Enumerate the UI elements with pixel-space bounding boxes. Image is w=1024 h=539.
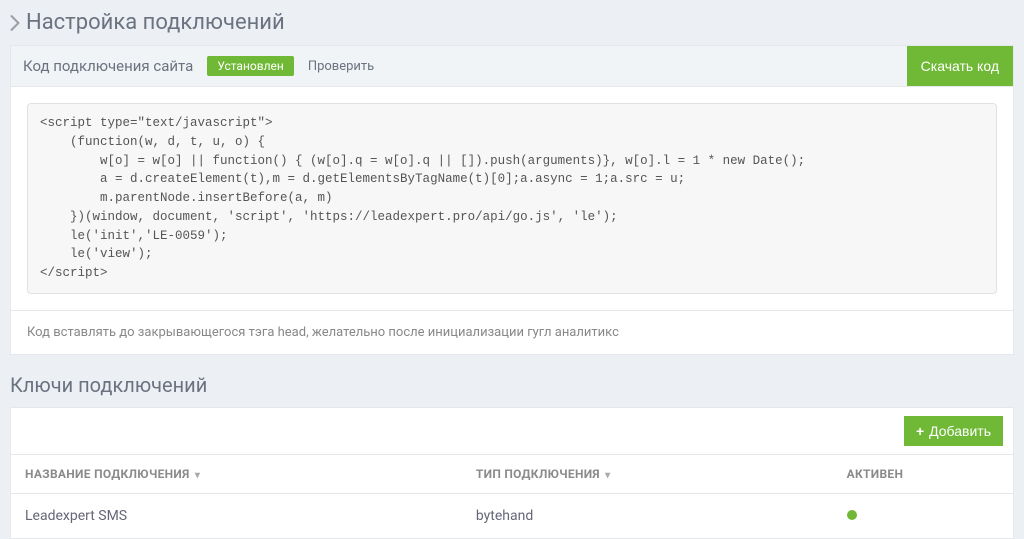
cell-name: Leadexpert SMS: [11, 493, 462, 538]
code-panel-title: Код подключения сайта: [23, 57, 193, 75]
add-button-label: Добавить: [929, 423, 991, 439]
keys-panel: + Добавить НАЗВАНИЕ ПОДКЛЮЧЕНИЯ ▾ ТИП ПО…: [10, 407, 1014, 539]
keys-toolbar: + Добавить: [11, 408, 1013, 455]
sort-icon: ▾: [605, 470, 610, 481]
code-panel: Код подключения сайта Установлен Провери…: [10, 45, 1014, 355]
page-title: Настройка подключений: [10, 10, 1014, 35]
chevron-right-icon: [10, 15, 20, 31]
table-row[interactable]: Leadexpert SMSbytehand: [11, 493, 1013, 538]
code-panel-body: <script type="text/javascript"> (functio…: [11, 87, 1013, 310]
sort-icon: ▾: [195, 470, 200, 481]
code-panel-header: Код подключения сайта Установлен Провери…: [11, 46, 1013, 87]
cell-type: bytehand: [462, 493, 833, 538]
cell-active: [833, 493, 1013, 538]
connections-table: НАЗВАНИЕ ПОДКЛЮЧЕНИЯ ▾ ТИП ПОДКЛЮЧЕНИЯ ▾…: [11, 455, 1013, 538]
column-header-active[interactable]: АКТИВЕН: [833, 455, 1013, 494]
keys-section-title: Ключи подключений: [10, 373, 1014, 397]
page-title-text: Настройка подключений: [26, 10, 285, 35]
plus-icon: +: [916, 423, 924, 439]
code-panel-footer: Код вставлять до закрывающегося тэга hea…: [11, 310, 1013, 354]
add-connection-button[interactable]: + Добавить: [904, 416, 1003, 446]
column-header-name[interactable]: НАЗВАНИЕ ПОДКЛЮЧЕНИЯ ▾: [11, 455, 462, 494]
active-dot-icon: [847, 510, 857, 520]
status-badge: Установлен: [207, 56, 294, 76]
check-link[interactable]: Проверить: [308, 59, 374, 74]
column-header-type[interactable]: ТИП ПОДКЛЮЧЕНИЯ ▾: [462, 455, 833, 494]
download-code-button[interactable]: Скачать код: [907, 46, 1013, 86]
code-block[interactable]: <script type="text/javascript"> (functio…: [27, 103, 997, 294]
